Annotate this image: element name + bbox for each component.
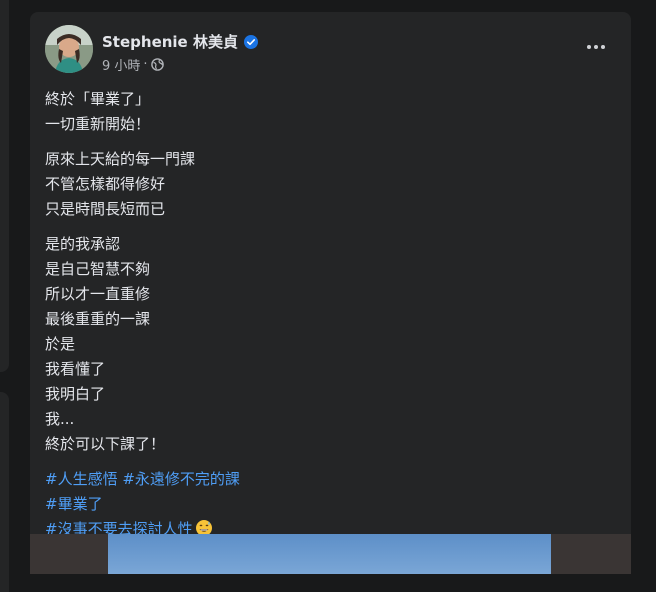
hashtag-line: #人生感悟 #永遠修不完的課 (45, 467, 615, 492)
hashtag-link[interactable]: #人生感悟 (45, 470, 118, 488)
meta-separator: · (143, 56, 148, 72)
author-name[interactable]: Stephenie 林美貞 (102, 31, 238, 52)
post-image-sky (108, 534, 551, 574)
text-line: 最後重重的一課 (45, 310, 151, 328)
text-line: 我明白了 (45, 385, 106, 403)
post-image[interactable] (30, 534, 631, 574)
text-line: 我... (45, 410, 75, 428)
verified-badge-icon (243, 34, 258, 49)
text-line: 我看懂了 (45, 360, 106, 378)
hashtag-link[interactable]: #畢業了 (45, 495, 103, 513)
text-line: 原來上天給的每一門課 (45, 150, 196, 168)
right-gutter (641, 0, 656, 547)
globe-icon[interactable] (150, 57, 164, 71)
text-line: 是的我承認 (45, 235, 121, 253)
post-timestamp[interactable]: 9 小時 (102, 55, 140, 74)
text-line: 是自己智慧不夠 (45, 260, 151, 278)
text-line: 所以才一直重修 (45, 285, 151, 303)
text-line: 不管怎樣都得修好 (45, 175, 166, 193)
left-column-panel (0, 0, 9, 372)
author-avatar[interactable] (45, 25, 93, 73)
text-line: 於是 (45, 335, 76, 353)
text-line: 終於可以下課了！ (45, 435, 166, 453)
text-line: 一切重新開始！ (45, 115, 151, 133)
post-card: Stephenie 林美貞 9 小時 · 終於「畢業了」 一切重新開始！ 原來上… (30, 12, 631, 574)
author-row: Stephenie 林美貞 (102, 30, 258, 52)
post-body: 終於「畢業了」 一切重新開始！ 原來上天給的每一門課 不管怎樣都得修好 只是時間… (45, 87, 615, 542)
post-meta: 9 小時 · (102, 55, 164, 74)
text-line: 終於「畢業了」 (45, 90, 151, 108)
hashtag-link[interactable]: #永遠修不完的課 (122, 470, 240, 488)
left-column-panel-lower (0, 392, 9, 592)
text-line: 只是時間長短而已 (45, 200, 166, 218)
avatar-photo (45, 25, 93, 73)
more-options-icon[interactable] (578, 34, 614, 60)
hashtag-line: #畢業了 (45, 492, 615, 517)
